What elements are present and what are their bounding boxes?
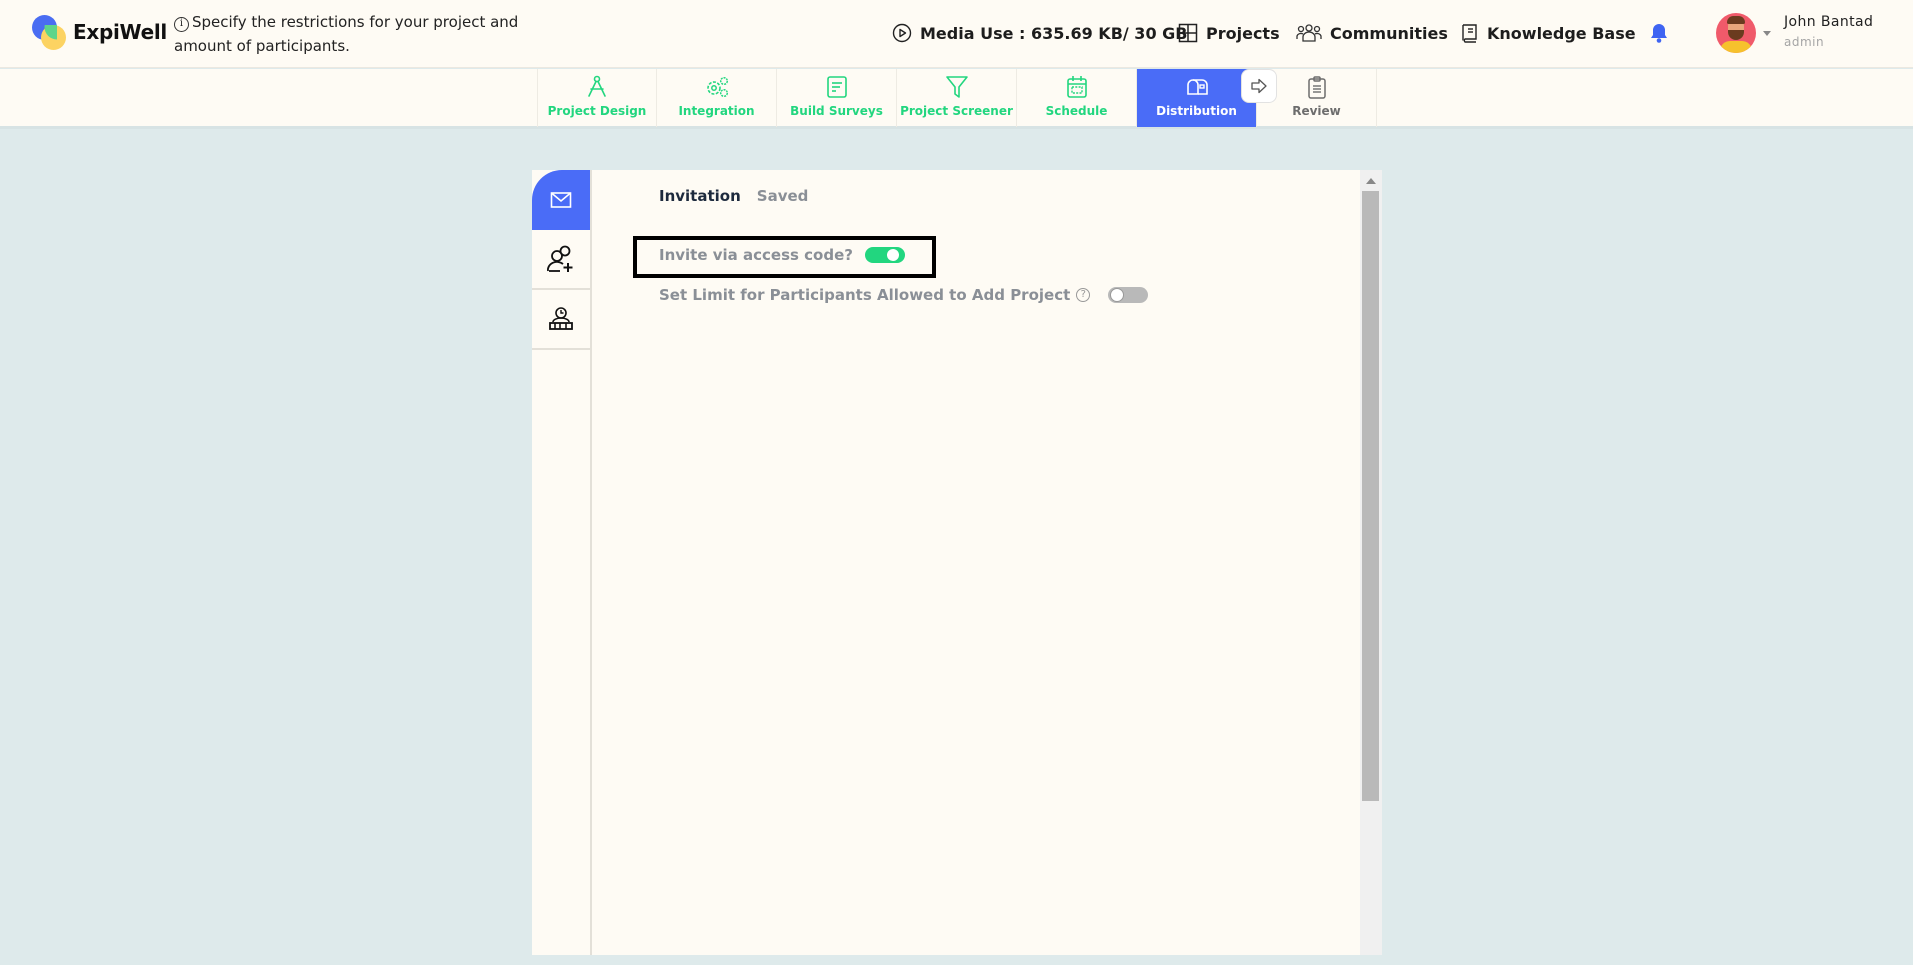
invite-access-code-label: Invite via access code? bbox=[659, 246, 853, 264]
panel-sidebar bbox=[532, 170, 592, 955]
limit-participants-toggle[interactable] bbox=[1108, 287, 1149, 303]
project-steps-bar: Project Design Integration Build Surveys… bbox=[0, 69, 1913, 129]
tab-saved[interactable]: Saved bbox=[757, 187, 809, 205]
step-label: Project Screener bbox=[900, 104, 1013, 118]
scroll-up-arrow-icon[interactable] bbox=[1366, 178, 1376, 184]
document-icon bbox=[826, 76, 847, 98]
step-label: Project Design bbox=[547, 104, 647, 118]
calendar-icon bbox=[1066, 76, 1087, 98]
page-hint: i Specify the restrictions for your proje… bbox=[174, 10, 544, 58]
grid-icon bbox=[1178, 23, 1198, 43]
expiwell-logo[interactable] bbox=[32, 15, 68, 51]
notifications-button[interactable] bbox=[1649, 22, 1669, 48]
step-label: Build Surveys bbox=[790, 104, 883, 118]
bell-icon bbox=[1651, 24, 1667, 43]
filter-icon bbox=[945, 76, 968, 98]
media-use-text: Media Use : 635.69 KB/ 30 GB bbox=[920, 23, 1188, 43]
sidebar-scheduled-participants[interactable] bbox=[532, 290, 590, 350]
next-step-button[interactable] bbox=[1241, 69, 1277, 103]
arrow-right-icon bbox=[1251, 78, 1267, 94]
step-project-screener[interactable]: Project Screener bbox=[897, 69, 1017, 127]
schedule-people-icon bbox=[549, 307, 573, 330]
nav-knowledge-base[interactable]: Knowledge Base bbox=[1461, 22, 1636, 44]
book-icon bbox=[1462, 24, 1477, 43]
distribution-panel: Invitation Saved Invite via access code?… bbox=[532, 170, 1382, 955]
nav-projects-label: Projects bbox=[1206, 23, 1280, 43]
mailbox-icon bbox=[1186, 79, 1208, 95]
media-use: Media Use : 635.69 KB/ 30 GB bbox=[892, 22, 1187, 44]
user-avatar[interactable] bbox=[1716, 13, 1756, 53]
scroll-thumb[interactable] bbox=[1362, 191, 1379, 801]
gears-icon bbox=[706, 76, 728, 98]
nav-communities[interactable]: Communities bbox=[1296, 22, 1448, 44]
brand-name: ExpiWell bbox=[73, 20, 167, 44]
clipboard-icon bbox=[1307, 76, 1326, 99]
envelope-icon bbox=[550, 192, 572, 208]
limit-participants-label: Set Limit for Participants Allowed to Ad… bbox=[659, 286, 1071, 304]
step-label: Integration bbox=[678, 104, 755, 118]
limit-participants-field: Set Limit for Participants Allowed to Ad… bbox=[659, 286, 1149, 304]
sidebar-invitation[interactable] bbox=[532, 170, 590, 230]
play-circle-icon bbox=[892, 23, 912, 43]
nav-knowledge-base-label: Knowledge Base bbox=[1487, 23, 1636, 43]
step-distribution[interactable]: Distribution bbox=[1137, 69, 1257, 127]
invite-access-code-field: Invite via access code? bbox=[659, 246, 905, 264]
user-name: John Bantad bbox=[1784, 14, 1874, 30]
step-label: Schedule bbox=[1045, 104, 1108, 118]
top-header: ExpiWell i Specify the restrictions for y… bbox=[0, 0, 1913, 68]
step-project-design[interactable]: Project Design bbox=[537, 69, 657, 127]
step-build-surveys[interactable]: Build Surveys bbox=[777, 69, 897, 127]
step-integration[interactable]: Integration bbox=[657, 69, 777, 127]
add-users-icon bbox=[547, 245, 573, 272]
hint-text: Specify the restrictions for your projec… bbox=[174, 13, 519, 55]
nav-communities-label: Communities bbox=[1330, 23, 1448, 43]
sidebar-add-participants[interactable] bbox=[532, 230, 590, 290]
step-schedule[interactable]: Schedule bbox=[1017, 69, 1137, 127]
step-label: Distribution bbox=[1156, 104, 1237, 118]
compass-icon bbox=[588, 75, 606, 97]
panel-tabs: Invitation Saved bbox=[659, 187, 808, 205]
info-icon: i bbox=[174, 17, 189, 32]
user-role: admin bbox=[1784, 35, 1825, 49]
step-label: Review bbox=[1292, 104, 1341, 118]
nav-projects[interactable]: Projects bbox=[1178, 22, 1280, 44]
help-icon[interactable]: ? bbox=[1076, 288, 1091, 302]
people-group-icon bbox=[1296, 24, 1322, 42]
invite-access-code-toggle[interactable] bbox=[864, 247, 905, 263]
user-menu-caret-icon[interactable] bbox=[1763, 31, 1771, 36]
panel-scrollbar[interactable] bbox=[1360, 170, 1382, 955]
tab-invitation[interactable]: Invitation bbox=[659, 187, 741, 205]
